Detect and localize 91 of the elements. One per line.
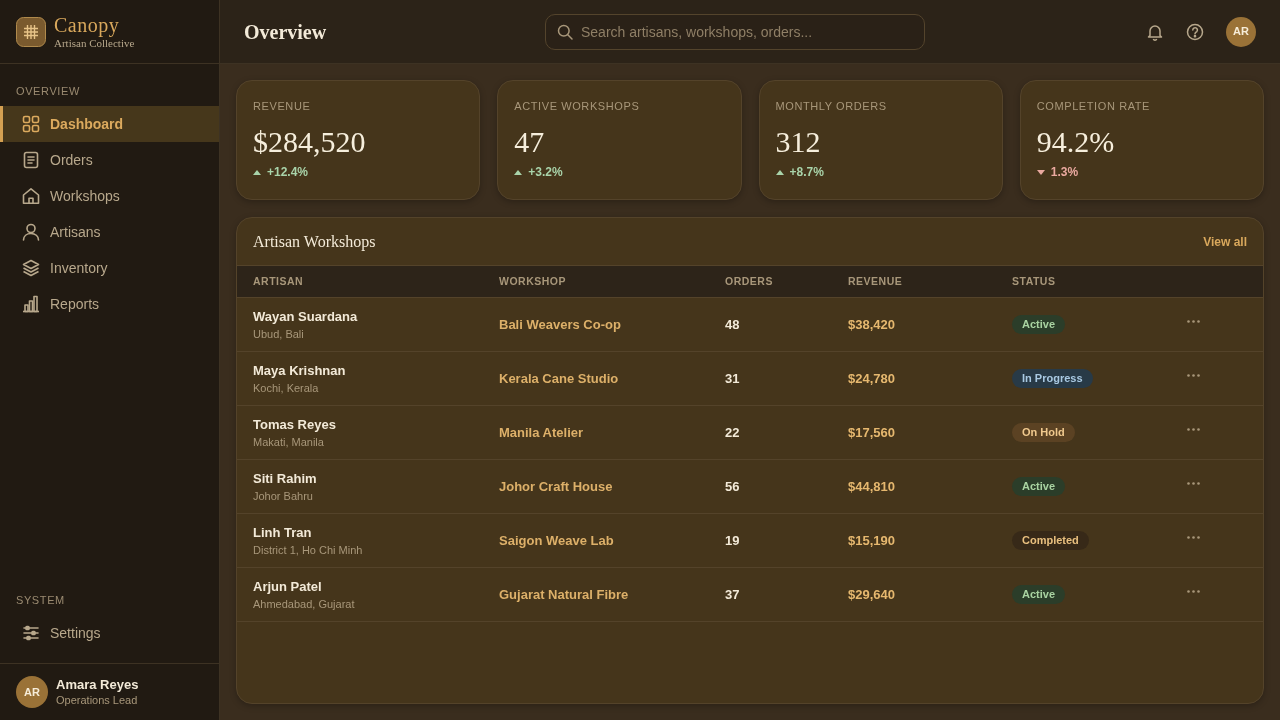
stat-change: +8.7% — [789, 165, 824, 179]
nav-item[interactable]: Settings — [0, 615, 219, 651]
orders-count: 22 — [725, 423, 740, 442]
bell-icon — [1146, 22, 1164, 41]
column-header: REVENUE — [848, 273, 903, 289]
house-icon — [22, 187, 40, 205]
orders-count: 37 — [725, 585, 740, 604]
stat-value: 94.2% — [1036, 125, 1116, 159]
orders-count: 19 — [725, 531, 740, 550]
user-avatar[interactable]: AR — [16, 676, 48, 708]
status-badge: In Progress — [1012, 369, 1093, 388]
revenue-amount: $29,640 — [848, 585, 895, 604]
status-badge: Active — [1012, 315, 1066, 334]
stat-change: +12.4% — [267, 165, 309, 179]
search-field[interactable]: Search artisans, workshops, orders... — [545, 13, 925, 50]
page-title: Overview — [244, 19, 328, 45]
stat-value: 47 — [514, 125, 546, 159]
artisan-location: Johor Bahru — [253, 488, 313, 504]
view-all-link[interactable]: View all — [1203, 232, 1247, 251]
artisan-name: Arjun Patel — [253, 577, 322, 595]
nav-item[interactable]: Dashboard — [0, 106, 219, 142]
artisan-location: Ahmedabad, Gujarat — [253, 596, 355, 612]
artisan-location: Kochi, Kerala — [253, 380, 319, 396]
nav-item[interactable]: Inventory — [0, 250, 219, 286]
column-header: ORDERS — [725, 273, 773, 289]
status-badge: Active — [1012, 477, 1066, 496]
column-header: WORKSHOP — [499, 273, 566, 289]
stat-label: REVENUE — [253, 99, 312, 113]
stat-value: 312 — [775, 125, 822, 159]
stat-value: $284,520 — [253, 125, 367, 159]
table-title: Artisan Workshops — [253, 231, 376, 253]
section-label: OVERVIEW — [15, 84, 81, 99]
more-icon — [1187, 536, 1200, 539]
nav-item[interactable]: Orders — [0, 142, 219, 178]
artisan-name: Maya Krishnan — [253, 361, 346, 379]
brand-name: Canopy — [54, 13, 121, 36]
revenue-amount: $17,560 — [848, 423, 895, 442]
stat-change: 1.3% — [1050, 165, 1079, 179]
orders-count: 48 — [725, 315, 740, 334]
workshop-name: Saigon Weave Lab — [499, 531, 614, 550]
more-icon — [1187, 374, 1200, 377]
more-icon — [1187, 482, 1200, 485]
artisan-name: Siti Rahim — [253, 469, 317, 487]
stat-label: MONTHLY ORDERS — [775, 99, 888, 113]
nav-item[interactable]: Workshops — [0, 178, 219, 214]
document-icon — [22, 151, 40, 169]
help-button[interactable] — [1186, 22, 1204, 41]
section-label: SYSTEM — [15, 593, 66, 608]
revenue-amount: $38,420 — [848, 315, 895, 334]
nav-item[interactable]: Reports — [0, 286, 219, 322]
person-icon — [22, 223, 40, 241]
artisan-name: Linh Tran — [253, 523, 312, 541]
status-badge: On Hold — [1012, 423, 1075, 442]
sliders-icon — [22, 624, 40, 642]
stat-label: COMPLETION RATE — [1036, 99, 1152, 113]
stat-change: +3.2% — [528, 165, 563, 179]
orders-count: 56 — [725, 477, 740, 496]
artisan-name: Wayan Suardana — [253, 307, 358, 325]
notifications-button[interactable] — [1146, 22, 1164, 41]
more-icon — [1187, 428, 1200, 431]
logo-icon — [16, 16, 46, 47]
more-icon — [1187, 590, 1200, 593]
artisan-location: District 1, Ho Chi Minh — [253, 542, 363, 558]
grid-icon — [22, 115, 40, 133]
user-avatar[interactable]: AR — [1226, 16, 1256, 47]
revenue-amount: $24,780 — [848, 369, 895, 388]
brand-tagline: Artisan Collective — [54, 36, 135, 50]
workshop-name: Bali Weavers Co-op — [499, 315, 621, 334]
workshop-name: Gujarat Natural Fibre — [499, 585, 629, 604]
user-role: Operations Lead — [56, 693, 139, 707]
more-icon — [1187, 320, 1200, 323]
column-header: STATUS — [1012, 273, 1056, 289]
artisan-location: Makati, Manila — [253, 434, 324, 450]
user-name: Amara Reyes — [56, 677, 139, 693]
workshop-name: Manila Atelier — [499, 423, 584, 442]
workshop-name: Johor Craft House — [499, 477, 613, 496]
artisan-name: Tomas Reyes — [253, 415, 336, 433]
help-icon — [1186, 22, 1204, 41]
revenue-amount: $44,810 — [848, 477, 895, 496]
column-header: ARTISAN — [253, 273, 304, 289]
search-icon — [557, 23, 573, 40]
status-badge: Completed — [1012, 531, 1089, 550]
status-badge: Active — [1012, 585, 1066, 604]
workshop-name: Kerala Cane Studio — [499, 369, 619, 388]
artisan-location: Ubud, Bali — [253, 326, 304, 342]
bar-chart-icon — [22, 295, 40, 313]
layers-icon — [22, 259, 40, 277]
orders-count: 31 — [725, 369, 740, 388]
stat-label: ACTIVE WORKSHOPS — [514, 99, 641, 113]
revenue-amount: $15,190 — [848, 531, 895, 550]
nav-item[interactable]: Artisans — [0, 214, 219, 250]
